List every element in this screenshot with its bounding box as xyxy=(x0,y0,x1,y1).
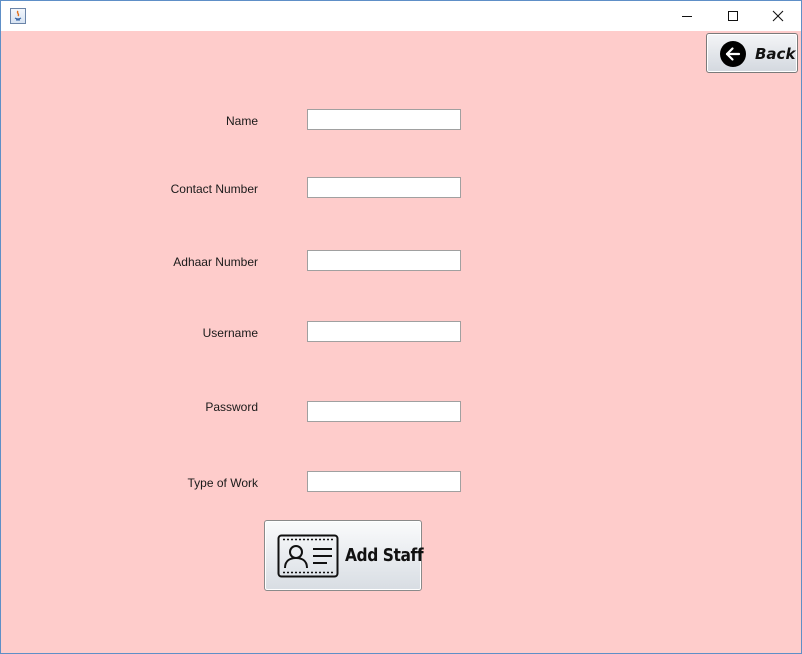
add-staff-button-label: Add Staff xyxy=(345,545,424,566)
app-window: Back Name Contact Number Adhaar Number U… xyxy=(0,0,802,654)
adhaar-number-label: Adhaar Number xyxy=(173,255,258,269)
minimize-button[interactable] xyxy=(664,1,710,31)
java-app-icon xyxy=(10,8,26,24)
close-icon xyxy=(772,10,784,22)
title-bar[interactable] xyxy=(1,1,801,31)
type-of-work-input[interactable] xyxy=(307,471,461,492)
contact-number-label: Contact Number xyxy=(170,182,258,196)
type-of-work-label: Type of Work xyxy=(187,476,258,490)
staff-form-panel: Back Name Contact Number Adhaar Number U… xyxy=(1,31,801,653)
name-input[interactable] xyxy=(307,109,461,130)
arrow-left-circle-icon xyxy=(720,41,746,67)
maximize-icon xyxy=(728,11,738,21)
contact-number-input[interactable] xyxy=(307,177,461,198)
minimize-icon xyxy=(682,16,692,17)
adhaar-number-input[interactable] xyxy=(307,250,461,271)
id-card-icon xyxy=(277,534,339,578)
username-label: Username xyxy=(202,326,258,340)
name-label: Name xyxy=(225,114,258,128)
back-button[interactable]: Back xyxy=(706,33,798,73)
close-button[interactable] xyxy=(755,1,801,31)
username-input[interactable] xyxy=(307,321,461,342)
password-label: Password xyxy=(205,400,258,414)
add-staff-button[interactable]: Add Staff xyxy=(264,520,424,591)
password-input[interactable] xyxy=(307,401,461,422)
maximize-button[interactable] xyxy=(710,1,756,31)
back-button-label: Back xyxy=(755,45,796,63)
